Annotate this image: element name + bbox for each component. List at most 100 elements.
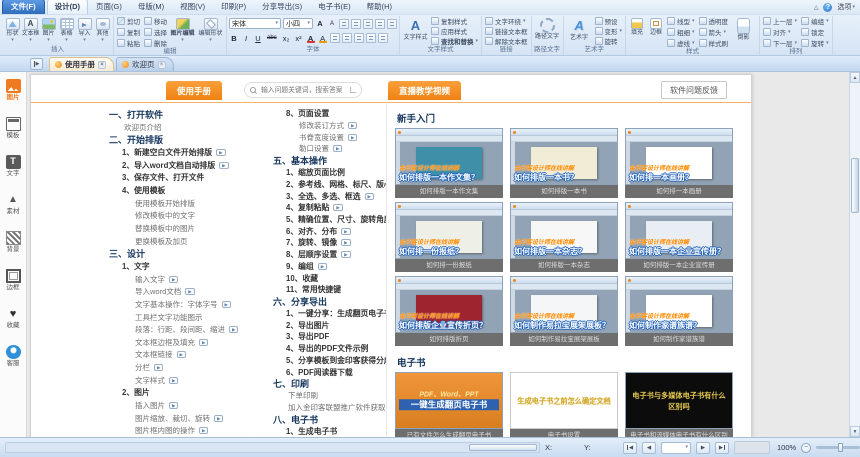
toc-entry[interactable]: 修改模板中的文字 [109, 210, 273, 223]
reflection-button[interactable]: 倒影 [730, 16, 757, 48]
toc-entry[interactable]: 七、印刷 [273, 378, 387, 390]
toc-entry[interactable]: 6、对齐、分布 ▶ [273, 225, 387, 237]
sidebar-item[interactable]: 图片 [6, 79, 21, 101]
toc-entry[interactable]: 1、文字 [109, 260, 273, 273]
video-card[interactable]: 金印客设计师在线讲解 如何排版一本杂志？ 如何排版一本杂志 [510, 202, 618, 272]
minimize-ribbon-icon[interactable]: △ [814, 4, 819, 11]
toc-entry[interactable]: 插入图片 ▶ [109, 399, 273, 412]
ribbon-button[interactable]: 选择 [143, 27, 168, 37]
ribbon-tab[interactable]: 分享导出(S) [254, 0, 310, 14]
bold-button[interactable]: B [229, 33, 239, 44]
underline-button[interactable]: U [253, 33, 263, 44]
ribbon-button[interactable]: 下一层 ▾ [762, 38, 798, 48]
character-spacing-icon[interactable] [330, 33, 340, 43]
bullet-list-icon[interactable] [378, 33, 388, 43]
toc-entry[interactable]: 文本框链接 ▶ [109, 349, 273, 362]
toc-entry[interactable]: 文字样式 ▶ [109, 374, 273, 387]
toc-entry[interactable]: 2、导出图片 [273, 319, 387, 331]
ribbon-button[interactable]: 样式刷 [698, 38, 730, 48]
toc-entry[interactable]: 一、打开软件 [109, 108, 273, 121]
options-button[interactable]: 选项▾ [837, 2, 855, 12]
font-color-button[interactable]: A [306, 33, 316, 44]
italic-button[interactable]: I [241, 33, 251, 44]
first-page-button[interactable]: ◀ [623, 442, 637, 454]
scroll-down-icon[interactable]: ▼ [850, 426, 860, 437]
help-icon[interactable]: ? [823, 3, 832, 12]
ribbon-button[interactable]: 旋转 ▾ [800, 38, 830, 48]
ribbon-button[interactable]: 粗细 ▾ [666, 27, 696, 37]
sidebar-item[interactable]: 边框 [6, 269, 21, 291]
toc-entry[interactable]: 8、页面设置 [273, 108, 387, 120]
video-card[interactable]: 金印客设计师在线讲解 如何排版一本作文集？ 如何排版一本作文集 [395, 128, 503, 198]
last-page-button[interactable]: ▶ [715, 442, 729, 454]
ribbon-button[interactable]: 粘贴 [116, 38, 141, 48]
ribbon-tab[interactable]: 视图(V) [172, 0, 213, 14]
ribbon-button[interactable]: 编辑形状 ▾ [197, 16, 224, 48]
toc-entry[interactable]: 4、复制粘贴 ▶ [273, 202, 387, 214]
toc-entry[interactable]: 1、生成电子书 [273, 425, 387, 437]
video-card[interactable]: PDF、Word、PPT 一键生成翻页电子书 已有文件怎么生成翻页电子书 [395, 372, 503, 437]
ribbon-button[interactable]: 表格 ▾ [58, 16, 75, 46]
ribbon-button[interactable]: 变形 ▾ [594, 26, 624, 36]
sidebar-item[interactable]: 背景 [6, 231, 21, 253]
ribbon-button[interactable]: 解除文本框 [484, 36, 529, 46]
line-spacing-icon[interactable] [342, 33, 352, 43]
collapse-panel-button[interactable]: ▶ [30, 58, 43, 70]
toc-entry[interactable]: 下单印刷 [273, 390, 387, 402]
search-input[interactable] [259, 86, 347, 95]
ribbon-button[interactable]: 剪切 [116, 16, 141, 26]
close-icon[interactable]: × [98, 61, 106, 69]
toc-entry[interactable]: 文字基本操作：字体字号 ▶ [109, 298, 273, 311]
ribbon-button[interactable]: 形状 ▾ [4, 16, 21, 46]
fill-button[interactable]: 填充 [628, 16, 646, 48]
font-size-combo[interactable]: 小四▾ [283, 18, 313, 29]
toc-entry[interactable]: 3、导出PDF [273, 331, 387, 343]
ribbon-button[interactable]: 图片 ▾ [40, 16, 57, 46]
video-card[interactable]: 金印客设计师在线讲解 如何制作易拉宝展架展板？ 如何制作易拉宝展架展板 [510, 276, 618, 346]
video-card[interactable]: 金印客设计师在线讲解 如何排版一本企业宣传册？ 如何排版一本企业宣传册 [625, 202, 733, 272]
toc-entry[interactable]: 6、PDF阅读器下载 [273, 366, 387, 378]
toc-entry[interactable]: 输入文字 ▶ [109, 273, 273, 286]
toc-entry[interactable]: 4、导出的PDF文件示例 [273, 343, 387, 355]
sidebar-item[interactable]: 素材 [6, 193, 21, 215]
ribbon-button[interactable]: 移动 [143, 16, 168, 26]
ribbon-button[interactable]: 链接文本框 [484, 26, 529, 36]
zoom-slider[interactable] [816, 446, 860, 449]
toc-entry[interactable]: 更换模板及加页 [109, 235, 273, 248]
sidebar-item[interactable]: 文字 [6, 155, 21, 177]
scrollbar-thumb[interactable] [851, 158, 859, 213]
vertical-scrollbar[interactable]: ▲ ▼ [849, 72, 860, 437]
align-center-icon[interactable] [351, 19, 361, 29]
zoom-out-button[interactable]: − [801, 443, 811, 453]
toc-entry[interactable]: 图片框内图的操作 ▶ [109, 424, 273, 437]
ribbon-button[interactable]: 文本框 ▾ [22, 16, 39, 46]
toc-entry[interactable]: 六、分享导出 [273, 296, 387, 308]
page-number-combo[interactable]: ▾ [661, 442, 691, 454]
toc-entry[interactable]: 导入word文档 ▶ [109, 286, 273, 299]
align-left-icon[interactable] [339, 19, 349, 29]
wordart-button[interactable]: 艺术字 [566, 16, 593, 46]
horizontal-scrollbar[interactable] [5, 442, 540, 453]
ribbon-button[interactable]: 复制 [116, 27, 141, 37]
ribbon-button[interactable]: 锁定 [800, 27, 830, 37]
font-name-combo[interactable]: 宋体▾ [229, 18, 281, 29]
document-tab[interactable]: 欢迎页 × [116, 57, 174, 71]
toc-entry[interactable]: 1、新建空白文件开始排版 ▶ [109, 146, 273, 159]
ribbon-button[interactable]: 上一层 ▾ [762, 16, 798, 26]
scrollbar-track[interactable] [850, 83, 860, 426]
toc-entry[interactable]: 2、导入word文档自动排版 ▶ [109, 159, 273, 172]
manual-tab-button[interactable]: 使用手册 [166, 81, 222, 100]
toc-entry[interactable]: 替换模板中的图片 [109, 222, 273, 235]
toc-entry[interactable]: 3、全选、多选、框选 ▶ [273, 190, 387, 202]
grow-font-button[interactable]: A [315, 18, 325, 29]
video-card[interactable]: 金印客设计师在线讲解 如何制作家谱族谱？ 如何制作家谱族谱 [625, 276, 733, 346]
text-style-button[interactable]: 文字样式 [402, 16, 429, 46]
align-justify-icon[interactable] [375, 19, 385, 29]
search-box[interactable] [244, 82, 362, 98]
toc-entry[interactable]: 8、层顺序设置 ▶ [273, 249, 387, 261]
next-page-button[interactable]: ▶ [696, 442, 710, 454]
toc-entry[interactable]: 使用模板开始排版 [109, 197, 273, 210]
align-distribute-icon[interactable] [387, 19, 397, 29]
feedback-button[interactable]: 软件问题反馈 [661, 81, 727, 99]
ribbon-button[interactable]: 编组 ▾ [800, 16, 830, 26]
